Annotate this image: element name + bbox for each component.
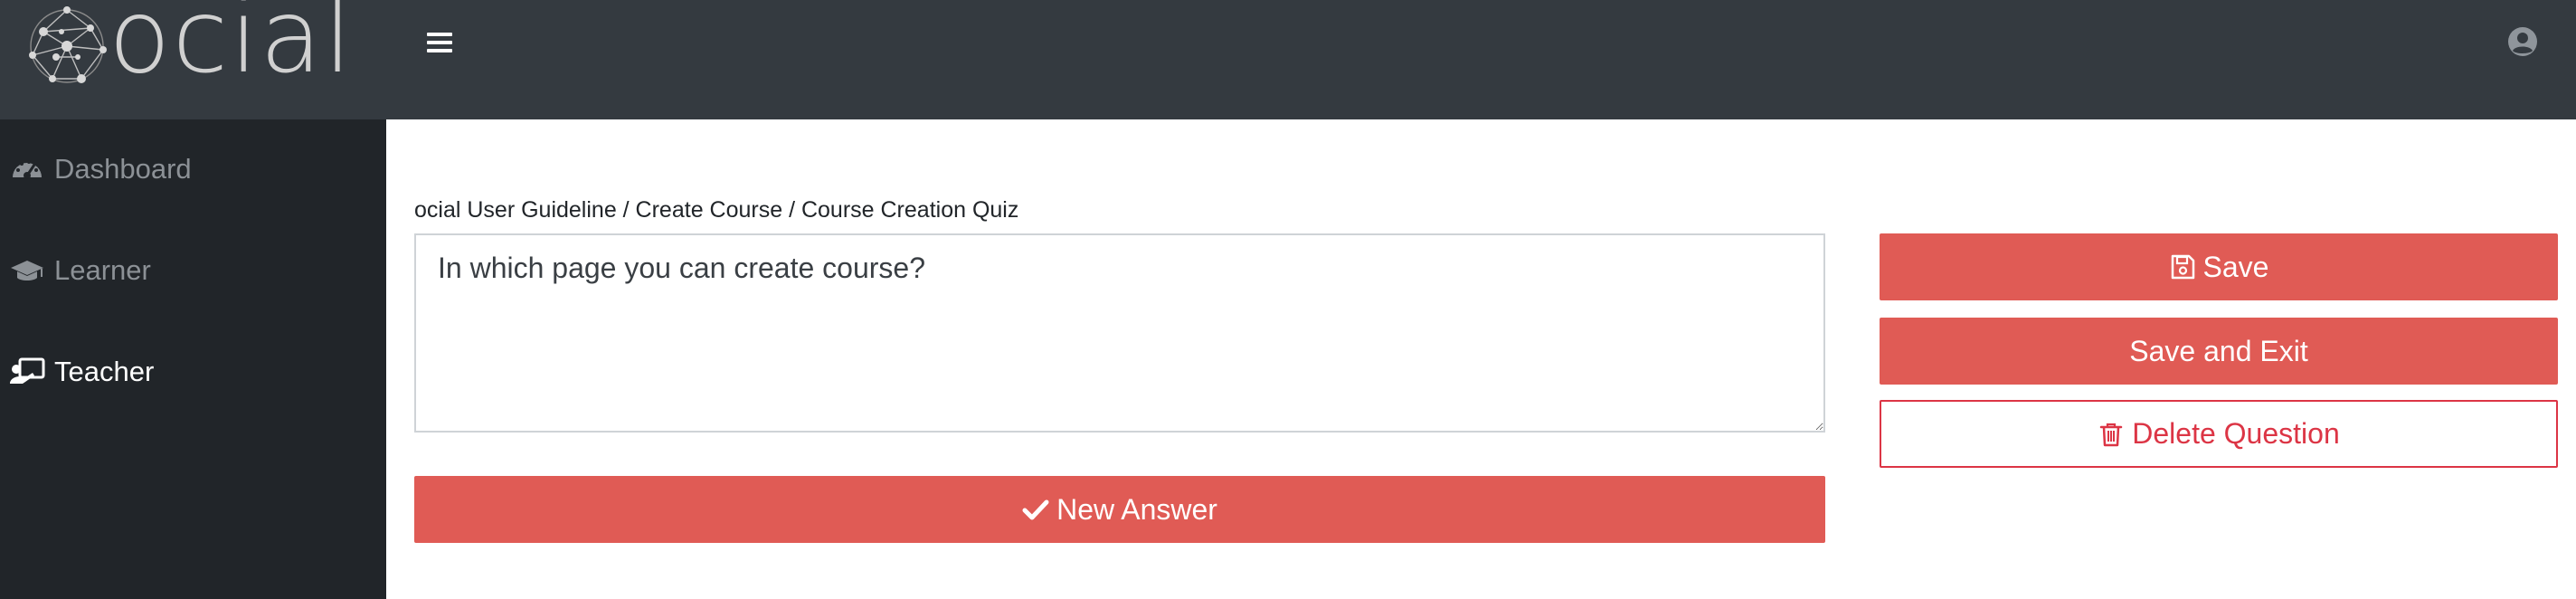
network-logo-icon — [29, 6, 107, 83]
sidebar-item-teacher[interactable]: Teacher — [0, 335, 386, 407]
top-navbar: ocial — [0, 0, 2576, 119]
question-textarea[interactable]: In which page you can create course? — [414, 233, 1825, 433]
graduation-cap-icon — [11, 261, 43, 280]
floppy-disk-icon — [2171, 254, 2194, 280]
check-icon — [1022, 499, 1049, 520]
sidebar-item-dashboard[interactable]: Dashboard — [0, 132, 386, 204]
save-label: Save — [2202, 250, 2269, 283]
user-circle-icon[interactable] — [2507, 26, 2538, 57]
brand-name: ocial — [109, 0, 354, 96]
save-and-exit-button[interactable]: Save and Exit — [1880, 318, 2558, 385]
brand-logo[interactable]: ocial — [25, 0, 354, 90]
tachometer-icon — [13, 160, 42, 179]
sidebar-item-label: Learner — [54, 253, 151, 286]
new-answer-button[interactable]: New Answer — [414, 476, 1825, 543]
chalkboard-teacher-icon — [10, 357, 45, 384]
hamburger-icon[interactable] — [427, 31, 452, 54]
sidebar-item-label: Dashboard — [54, 152, 192, 185]
delete-question-button[interactable]: Delete Question — [1880, 400, 2558, 468]
sidebar: Dashboard Learner Teacher — [0, 119, 386, 599]
sidebar-item-learner[interactable]: Learner — [0, 233, 386, 306]
breadcrumb: ocial User Guideline / Create Course / C… — [414, 197, 1019, 223]
save-button[interactable]: Save — [1880, 233, 2558, 300]
trash-icon — [2100, 423, 2123, 446]
sidebar-item-label: Teacher — [54, 355, 155, 387]
save-and-exit-label: Save and Exit — [2129, 334, 2308, 367]
delete-question-label: Delete Question — [2132, 417, 2340, 450]
new-answer-label: New Answer — [1056, 492, 1217, 526]
